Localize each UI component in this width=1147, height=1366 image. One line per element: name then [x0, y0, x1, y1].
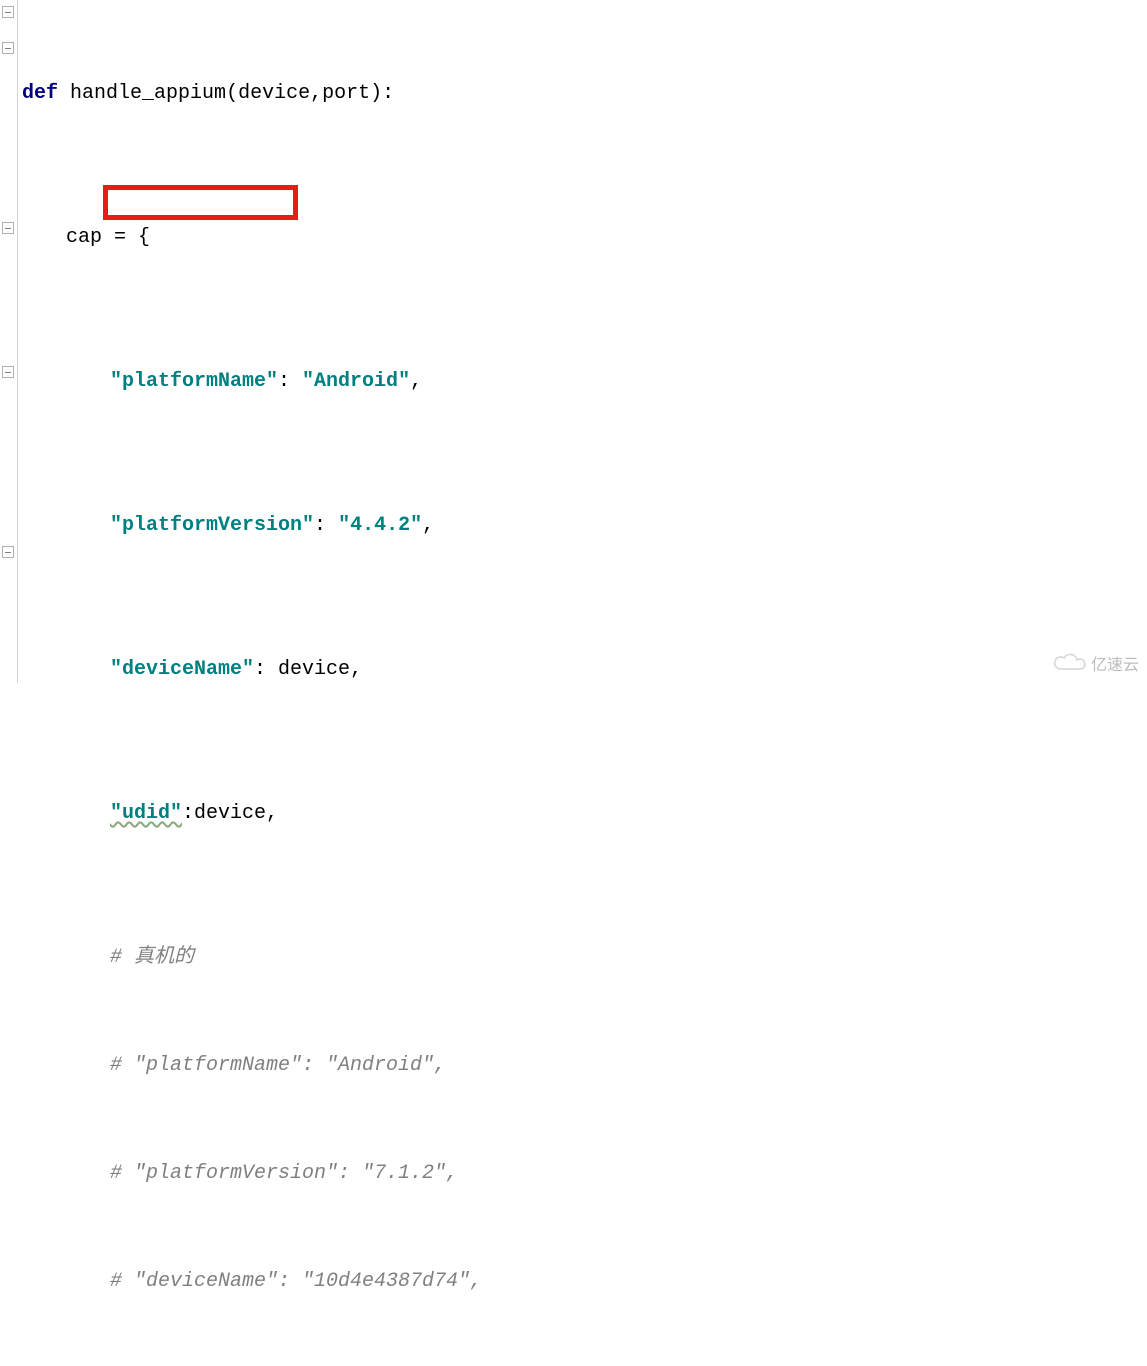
- code-line-comment[interactable]: # "platformName": "Android",: [22, 1048, 1147, 1084]
- code-line[interactable]: cap = {: [22, 220, 1147, 256]
- function-name: handle_appium: [70, 82, 226, 105]
- code-line[interactable]: "platformVersion": "4.4.2",: [22, 508, 1147, 544]
- code-line[interactable]: "platformName": "Android",: [22, 364, 1147, 400]
- fold-marker[interactable]: [2, 42, 14, 54]
- code-line-comment[interactable]: # 真机的: [22, 940, 1147, 976]
- code-line-highlighted[interactable]: "udid":device,: [22, 796, 1147, 832]
- cloud-icon: [1053, 653, 1087, 673]
- watermark-text: 亿速云: [1091, 651, 1139, 675]
- fold-marker[interactable]: [2, 6, 14, 18]
- keyword-def: def: [22, 82, 58, 105]
- code-editor[interactable]: def handle_appium(device,port): cap = { …: [22, 4, 1147, 1366]
- fold-marker[interactable]: [2, 222, 14, 234]
- code-line-comment[interactable]: # "platformVersion": "7.1.2",: [22, 1156, 1147, 1192]
- editor-gutter: [0, 0, 18, 683]
- fold-marker[interactable]: [2, 546, 14, 558]
- code-line[interactable]: def handle_appium(device,port):: [22, 76, 1147, 112]
- code-line-comment[interactable]: # "deviceName": "10d4e4387d74",: [22, 1264, 1147, 1300]
- watermark: 亿速云: [1053, 651, 1139, 675]
- fold-marker[interactable]: [2, 366, 14, 378]
- key-udid: "udid": [110, 802, 182, 825]
